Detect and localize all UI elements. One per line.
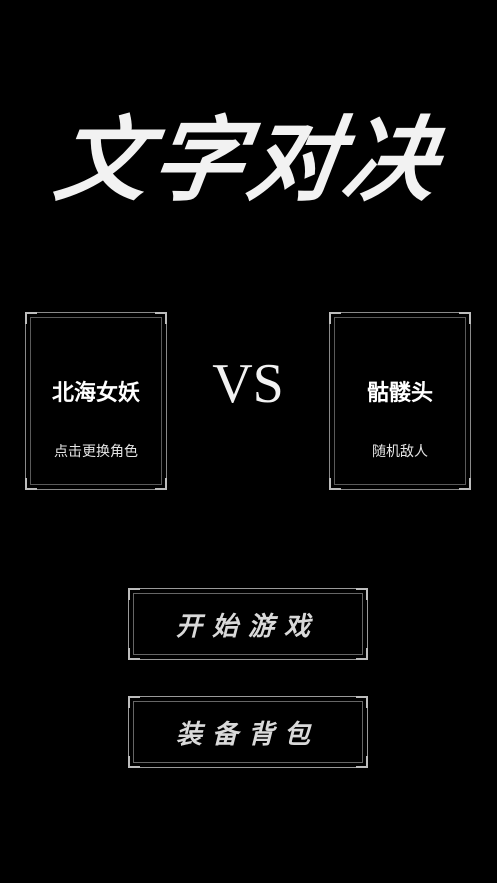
corner-ornament	[155, 478, 167, 490]
start-game-button[interactable]: 开始游戏	[128, 588, 368, 660]
enemy-character-card: 骷髅头 随机敌人	[329, 312, 471, 490]
corner-ornament	[329, 478, 341, 490]
game-title: 文字对决	[48, 106, 449, 214]
player-character-name: 北海女妖	[51, 381, 140, 406]
start-game-label: 开始游戏	[175, 611, 320, 642]
random-enemy-hint: 随机敌人	[372, 444, 428, 460]
equipment-bag-label: 装备背包	[175, 719, 320, 750]
change-character-hint: 点击更换角色	[54, 444, 138, 460]
versus-label: VS	[212, 353, 284, 415]
corner-ornament	[459, 312, 471, 324]
corner-ornament	[25, 312, 37, 324]
equipment-bag-button[interactable]: 装备背包	[128, 696, 368, 768]
corner-ornament	[25, 478, 37, 490]
corner-ornament	[459, 478, 471, 490]
corner-ornament	[155, 312, 167, 324]
enemy-character-name: 骷髅头	[366, 381, 433, 406]
player-character-card[interactable]: 北海女妖 点击更换角色	[25, 312, 167, 490]
corner-ornament	[329, 312, 341, 324]
